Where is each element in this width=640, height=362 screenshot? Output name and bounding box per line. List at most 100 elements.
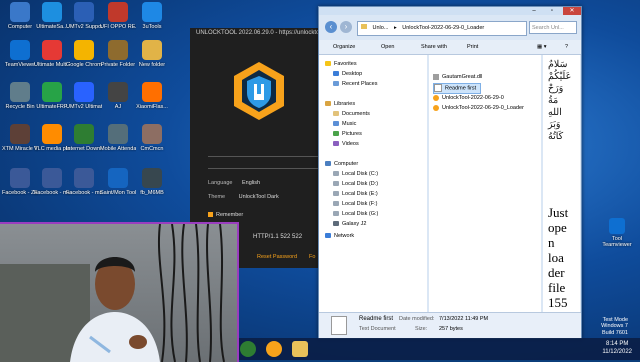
desktop-icon[interactable]: XiaomiFlas... bbox=[134, 82, 170, 110]
username-input[interactable] bbox=[208, 156, 318, 157]
breadcrumb-segment[interactable]: Unlo... bbox=[373, 25, 389, 31]
address-bar[interactable]: Unlo... ▸ UnlockTool-2022-06-29-0_Loader bbox=[357, 21, 527, 36]
nav-desktop[interactable]: Desktop bbox=[333, 71, 362, 77]
file-item[interactable]: UnlockTool-2022-06-29-0 bbox=[433, 94, 508, 103]
nav-drive[interactable]: Galaxy J2 bbox=[333, 221, 366, 227]
command-bar: Organize Open Share with Print ▦ ▾ ? bbox=[319, 40, 581, 55]
explorer-window: – ▫ ✕ ‹ › Unlo... ▸ UnlockTool-2022-06-2… bbox=[318, 6, 582, 339]
nav-music[interactable]: Music bbox=[333, 121, 356, 127]
music-icon bbox=[333, 121, 339, 127]
explorer-titlebar[interactable]: – ▫ ✕ bbox=[319, 7, 581, 15]
nav-videos[interactable]: Videos bbox=[333, 141, 359, 147]
file-item[interactable]: Readme first bbox=[433, 83, 482, 94]
theme-select[interactable]: UnlockTool Dark bbox=[239, 194, 279, 200]
drive-icon bbox=[333, 181, 339, 187]
app-icon bbox=[108, 168, 128, 188]
desktop-icon[interactable]: Internet Download... bbox=[66, 124, 102, 152]
theme-label: Theme bbox=[208, 194, 226, 200]
nav-recent-places[interactable]: Recent Places bbox=[333, 81, 377, 87]
desktop-icon[interactable]: Ultimate Multi Too... bbox=[34, 40, 70, 68]
desktop-icon[interactable]: AJ bbox=[100, 82, 136, 110]
maximize-icon[interactable]: ▫ bbox=[543, 7, 561, 15]
close-icon[interactable]: ✕ bbox=[563, 7, 581, 15]
desktop-icon[interactable]: UltimateFRP bbox=[34, 82, 70, 110]
desktop-icon[interactable]: New folder bbox=[134, 40, 170, 68]
password-input[interactable] bbox=[208, 168, 318, 169]
desktop-icon[interactable]: fb_M6MB bbox=[134, 168, 170, 196]
file-item[interactable]: GautamGreat.dll bbox=[433, 73, 486, 82]
nav-drive[interactable]: Local Disk (F:) bbox=[333, 201, 377, 207]
forward-arrow-icon[interactable]: › bbox=[340, 21, 352, 33]
nav-computer[interactable]: Computer bbox=[325, 161, 358, 167]
clock[interactable]: 8:14 PM 11/12/2022 bbox=[602, 340, 632, 356]
share-with-button[interactable]: Share with bbox=[421, 40, 447, 54]
back-arrow-icon[interactable]: ‹ bbox=[325, 21, 337, 33]
desktop-icon[interactable]: Facebook - muntasir12... bbox=[34, 168, 70, 196]
desktop-icon-label: Saint/Mon Tool Bra... bbox=[100, 190, 136, 196]
search-input[interactable]: Search Unl... bbox=[529, 21, 577, 34]
theme-row[interactable]: Theme UnlockTool Dark bbox=[208, 194, 279, 200]
desktop-icon[interactable]: XTM Miracle Thunder 2.82 bbox=[2, 124, 38, 152]
drive-icon bbox=[333, 171, 339, 177]
app-icon bbox=[10, 124, 30, 144]
view-options-icon[interactable]: ▦ ▾ bbox=[537, 40, 547, 54]
nav-drive[interactable]: Local Disk (C:) bbox=[333, 171, 378, 177]
minimize-icon[interactable]: – bbox=[525, 7, 543, 15]
desktop-icon[interactable]: Google Chrome bbox=[66, 40, 102, 68]
desktop-icon-label: Facebook - ZaidnMahi... bbox=[2, 190, 38, 196]
desktop-icon[interactable]: Saint/Mon Tool Bra... bbox=[100, 168, 136, 196]
language-select[interactable]: English bbox=[242, 180, 260, 186]
desktop-icon[interactable]: TeamViewer bbox=[2, 40, 38, 68]
forgot-link[interactable]: Fo bbox=[309, 254, 315, 260]
details-size-label: Size: bbox=[415, 326, 428, 332]
app-icon bbox=[74, 82, 94, 102]
desktop-icon[interactable]: UMTv2 UltimateMTK bbox=[66, 82, 102, 110]
organize-button[interactable]: Organize bbox=[333, 40, 355, 54]
nav-favorites[interactable]: Favorites bbox=[325, 61, 357, 67]
breadcrumb-segment[interactable]: UnlockTool-2022-06-29-0_Loader bbox=[402, 25, 484, 31]
unlocktool-window: UNLOCKTOOL 2022.06.29.0 - https://unlock… bbox=[190, 28, 328, 228]
nav-drive[interactable]: Local Disk (D:) bbox=[333, 181, 378, 187]
nav-libraries[interactable]: Libraries bbox=[325, 101, 355, 107]
desktop-icon[interactable]: Private Folder bbox=[100, 40, 136, 68]
app-icon bbox=[10, 40, 30, 60]
desktop-icon[interactable]: CmCmcn bbox=[134, 124, 170, 152]
desktop-icon[interactable]: Facebook - muhammadst... bbox=[66, 168, 102, 196]
nav-drive[interactable]: Local Disk (E:) bbox=[333, 191, 378, 197]
taskbar-app-icon[interactable] bbox=[240, 341, 256, 357]
taskbar-explorer-icon[interactable] bbox=[292, 341, 308, 357]
test-mode-watermark: Test Mode Windows 7 Build 7601 bbox=[601, 316, 628, 336]
folder-icon bbox=[361, 24, 367, 29]
text-file-large-icon bbox=[331, 316, 347, 335]
remember-checkbox[interactable]: Remember bbox=[208, 212, 243, 218]
star-icon bbox=[325, 61, 331, 67]
desktop-icon[interactable]: Computer bbox=[2, 2, 38, 30]
details-modified-value: 7/13/2022 11:49 PM bbox=[439, 316, 489, 322]
nav-network[interactable]: Network bbox=[325, 233, 354, 239]
unlocktool-logo-icon bbox=[234, 62, 284, 120]
desktop-icon-tool-teamviewer[interactable]: Tool Teamviewer bbox=[600, 218, 634, 248]
address-bar-row: ‹ › Unlo... ▸ UnlockTool-2022-06-29-0_Lo… bbox=[323, 18, 577, 38]
desktop-icon[interactable]: Mobile Attendance bbox=[100, 124, 136, 152]
clock-date: 11/12/2022 bbox=[602, 349, 632, 355]
print-button[interactable]: Print bbox=[467, 40, 478, 54]
reset-password-link[interactable]: Reset Password bbox=[257, 254, 297, 260]
preview-text-line: Just bbox=[548, 205, 569, 220]
desktop-icon[interactable]: Recycle Bin bbox=[2, 82, 38, 110]
nav-drive[interactable]: Local Disk (G:) bbox=[333, 211, 378, 217]
desktop-icon[interactable]: Facebook - ZaidnMahi... bbox=[2, 168, 38, 196]
desktop-icon-label: Internet Download... bbox=[66, 146, 102, 152]
desktop-icon[interactable]: 3uTools bbox=[134, 2, 170, 30]
desktop-icon[interactable]: VLC media player bbox=[34, 124, 70, 152]
help-icon[interactable]: ? bbox=[565, 40, 568, 54]
desktop-icon[interactable]: UFI OPPO REALME M... bbox=[100, 2, 136, 30]
taskbar-unlocktool-icon[interactable] bbox=[266, 341, 282, 357]
file-item[interactable]: UnlockTool-2022-06-29-0_Loader bbox=[433, 104, 528, 113]
desktop-icon[interactable]: UltimateSa... bbox=[34, 2, 70, 30]
desktop-icon[interactable]: UMTv2 Support... bbox=[66, 2, 102, 30]
open-button[interactable]: Open bbox=[381, 40, 394, 54]
language-row[interactable]: Language English bbox=[208, 180, 260, 186]
http-status: HTTP/1.1 522 522 bbox=[253, 234, 303, 240]
nav-pictures[interactable]: Pictures bbox=[333, 131, 362, 137]
nav-documents[interactable]: Documents bbox=[333, 111, 370, 117]
